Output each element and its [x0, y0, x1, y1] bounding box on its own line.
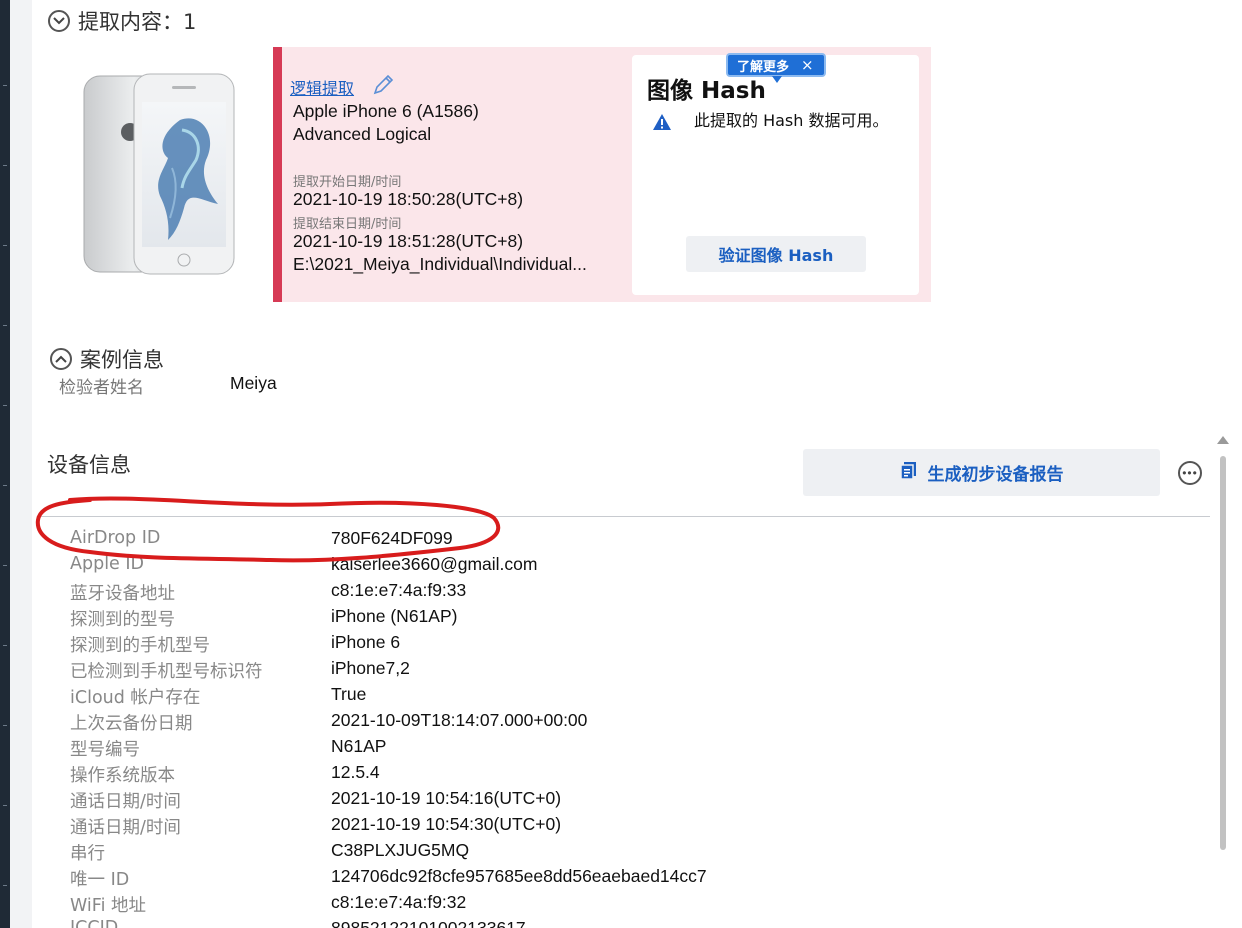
strip-mark — [3, 325, 7, 326]
extraction-section-title: 提取内容：1 — [78, 10, 197, 34]
info-value: iPhone 6 — [331, 632, 401, 652]
info-key: 通话日期/时间 — [70, 792, 181, 812]
hash-available-message: 此提取的 Hash 数据可用。 — [694, 111, 889, 130]
info-value: c8:1e:e7:4a:f9:33 — [331, 580, 467, 600]
info-key: 上次云备份日期 — [70, 714, 193, 734]
info-row-call-datetime: 通话日期/时间 2021-10-19 10:54:30(UTC+0) — [70, 814, 1210, 840]
info-row-iccid: ICCID 89852122101002133617 — [70, 918, 1210, 928]
info-key: WiFi 地址 — [70, 896, 146, 916]
strip-mark — [3, 565, 7, 566]
pencil-icon[interactable] — [371, 73, 395, 102]
info-key: AirDrop ID — [70, 528, 161, 548]
info-value: c8:1e:e7:4a:f9:32 — [331, 892, 467, 912]
chevron-down-icon[interactable] — [48, 10, 70, 32]
scroll-up-arrow-icon[interactable] — [1217, 436, 1229, 444]
info-key: 探测到的型号 — [70, 610, 175, 630]
info-key: ICCID — [70, 918, 119, 928]
logical-extraction-link[interactable]: 逻辑提取 — [290, 75, 354, 99]
extraction-type-text: Advanced Logical — [293, 124, 432, 144]
end-datetime-label: 提取结束日期/时间 — [293, 217, 402, 232]
learn-more-badge[interactable]: 了解更多 × — [726, 53, 826, 83]
case-section-header[interactable]: 案例信息 — [50, 344, 164, 374]
device-info-title: 设备信息 — [47, 453, 131, 477]
info-value: 2021-10-19 10:54:30(UTC+0) — [331, 814, 562, 834]
generate-device-report-button[interactable]: 生成初步设备报告 — [803, 449, 1160, 496]
info-value: 89852122101002133617 — [331, 918, 526, 928]
examiner-name-value: Meiya — [230, 373, 277, 393]
info-row-detected-phone-model: 探测到的手机型号 iPhone 6 — [70, 632, 1210, 658]
info-row-model-number: 型号编号 N61AP — [70, 736, 1210, 762]
info-value: 12.5.4 — [331, 762, 380, 782]
end-datetime-value: 2021-10-19 18:51:28(UTC+8) — [293, 231, 524, 251]
info-key: 通话日期/时间 — [70, 818, 181, 838]
info-row-model-identifier: 已检测到手机型号标识符 iPhone7,2 — [70, 658, 1210, 684]
info-key: 蓝牙设备地址 — [70, 584, 175, 604]
info-row-os-version: 操作系统版本 12.5.4 — [70, 762, 1210, 788]
info-row-last-cloud-backup: 上次云备份日期 2021-10-09T18:14:07.000+00:00 — [70, 710, 1210, 736]
info-row-detected-model: 探测到的型号 iPhone (N61AP) — [70, 606, 1210, 632]
strip-mark — [3, 885, 7, 886]
close-icon[interactable]: × — [801, 56, 814, 74]
info-value: 2021-10-09T18:14:07.000+00:00 — [331, 710, 588, 730]
info-row-wifi-address: WiFi 地址 c8:1e:e7:4a:f9:32 — [70, 892, 1210, 918]
report-icon — [899, 461, 918, 484]
left-gutter — [10, 0, 32, 928]
info-row-serial: 串行 C38PLXJUG5MQ — [70, 840, 1210, 866]
info-row-unique-id: 唯一 ID 124706dc92f8cfe957685ee8dd56eaebae… — [70, 866, 1210, 892]
info-value: kaiserlee3660@gmail.com — [331, 554, 538, 574]
start-datetime-value: 2021-10-19 18:50:28(UTC+8) — [293, 189, 524, 209]
info-value: iPhone7,2 — [331, 658, 410, 678]
warning-icon — [652, 113, 672, 136]
info-value: C38PLXJUG5MQ — [331, 840, 470, 860]
info-row-airdrop-id: AirDrop ID 780F624DF099 — [70, 528, 1210, 554]
examiner-name-label: 检验者姓名 — [59, 378, 144, 398]
info-row-apple-id: Apple ID kaiserlee3660@gmail.com — [70, 554, 1210, 580]
verify-image-hash-button[interactable]: 验证图像 Hash — [686, 236, 866, 272]
info-key: 唯一 ID — [70, 870, 130, 890]
info-value: 2021-10-19 10:54:16(UTC+0) — [331, 788, 562, 808]
strip-mark — [3, 165, 7, 166]
chevron-up-icon[interactable] — [50, 348, 72, 370]
info-value: N61AP — [331, 736, 387, 756]
extraction-section-header[interactable]: 提取内容：1 — [48, 6, 196, 36]
scrollbar-thumb[interactable] — [1220, 456, 1226, 850]
extraction-path-text: E:\2021_Meiya_Individual\Individual... — [293, 254, 587, 274]
info-key: iCloud 帐户存在 — [70, 688, 201, 708]
vertical-scrollbar[interactable] — [1214, 436, 1232, 928]
info-value: 124706dc92f8cfe957685ee8dd56eaebaed14cc7 — [331, 866, 707, 886]
info-key: Apple ID — [70, 554, 145, 574]
strip-mark — [3, 85, 7, 86]
info-key: 探测到的手机型号 — [70, 636, 210, 656]
device-model-text: Apple iPhone 6 (A1586) — [293, 101, 479, 121]
left-edge-strip — [0, 0, 10, 928]
learn-more-label[interactable]: 了解更多 — [737, 56, 789, 75]
strip-mark — [3, 405, 7, 406]
info-key: 已检测到手机型号标识符 — [70, 662, 263, 682]
start-datetime-label: 提取开始日期/时间 — [293, 175, 402, 190]
info-value: iPhone (N61AP) — [331, 606, 458, 626]
info-key: 型号编号 — [70, 740, 140, 760]
device-phone-image — [80, 72, 240, 278]
extraction-card-accent-bar — [273, 47, 282, 302]
info-key: 串行 — [70, 844, 105, 864]
ellipsis-icon[interactable]: ••• — [1178, 461, 1202, 485]
image-hash-panel: 图像 Hash 此提取的 Hash 数据可用。 验证图像 Hash — [632, 55, 919, 295]
strip-mark — [3, 485, 7, 486]
info-row-icloud-account: iCloud 帐户存在 True — [70, 684, 1210, 710]
strip-mark — [3, 645, 7, 646]
strip-mark — [3, 805, 7, 806]
strip-mark — [3, 245, 7, 246]
info-value: True — [331, 684, 367, 704]
info-key: 操作系统版本 — [70, 766, 175, 786]
info-row-call-datetime: 通话日期/时间 2021-10-19 10:54:16(UTC+0) — [70, 788, 1210, 814]
info-value: 780F624DF099 — [331, 528, 453, 548]
case-section-title: 案例信息 — [80, 348, 164, 372]
section-divider — [40, 516, 1210, 517]
generate-device-report-label[interactable]: 生成初步设备报告 — [928, 460, 1064, 485]
strip-mark — [3, 725, 7, 726]
info-row-bluetooth-address: 蓝牙设备地址 c8:1e:e7:4a:f9:33 — [70, 580, 1210, 606]
